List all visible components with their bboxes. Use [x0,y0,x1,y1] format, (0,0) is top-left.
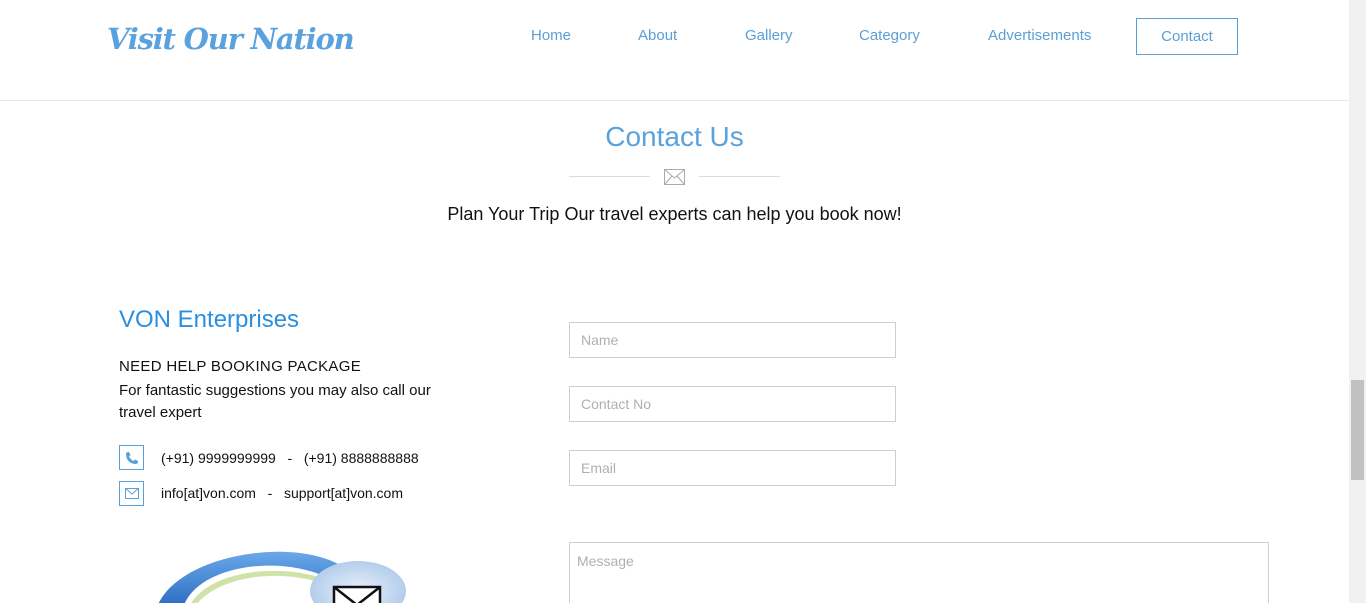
help-heading: NEED HELP BOOKING PACKAGE [119,358,362,375]
phone-icon [119,445,144,470]
scrollbar-thumb[interactable] [1351,380,1364,480]
nav-about[interactable]: About [638,27,677,44]
title-divider-right [699,176,780,177]
mail-icon [119,481,144,506]
page-title: Contact Us [605,121,744,152]
help-text: For fantastic suggestions you may also c… [119,382,431,421]
nav-advertisements[interactable]: Advertisements [988,27,1091,44]
envelope-icon [664,169,685,185]
site-header: Visit Our Nation Home About Gallery Cate… [0,0,1349,101]
email-addresses: info[at]von.com - support[at]von.com [161,485,403,501]
title-divider-left [569,176,650,177]
nav-contact[interactable]: Contact [1136,18,1238,55]
nav-home[interactable]: Home [531,27,571,44]
name-field[interactable] [569,322,896,358]
page-scrollbar[interactable] [1349,0,1366,603]
nav-category[interactable]: Category [859,27,920,44]
message-field[interactable] [569,542,1269,603]
contact-no-field[interactable] [569,386,896,422]
phone-numbers: (+91) 9999999999 - (+91) 8888888888 [161,450,419,466]
nav-gallery[interactable]: Gallery [745,27,793,44]
page-subtitle: Plan Your Trip Our travel experts can he… [447,204,902,224]
company-name: VON Enterprises [119,306,300,333]
site-logo[interactable]: Visit Our Nation [107,22,355,56]
mail-envelope-graphic [159,551,406,603]
email-field[interactable] [569,450,896,486]
